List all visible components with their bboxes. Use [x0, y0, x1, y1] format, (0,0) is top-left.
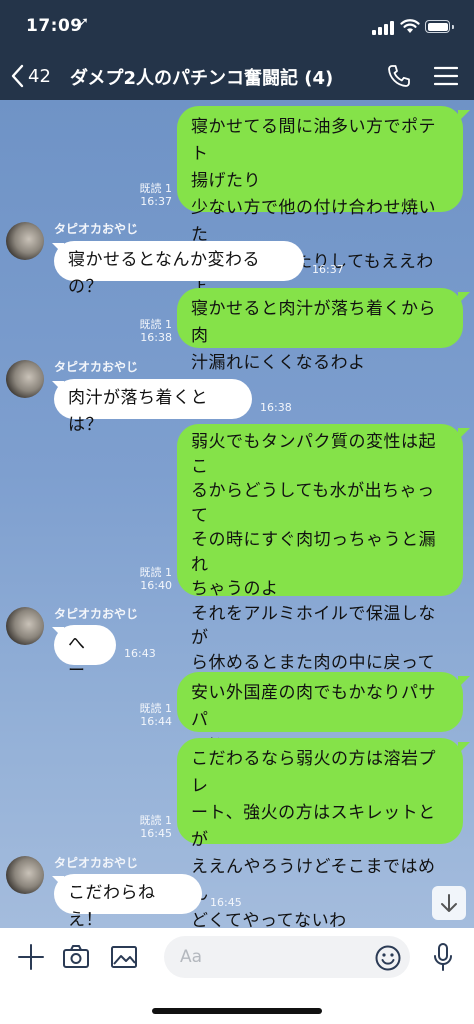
camera-icon[interactable]	[61, 942, 91, 972]
location-icon: ➚	[78, 15, 89, 30]
message-bubble-outgoing[interactable]: 弱火でもタンパク質の変性は起こ るからどうしても水が出ちゃって その時にすぐ肉切…	[177, 424, 463, 722]
message-bubble-outgoing[interactable]: こだわるなら弱火の方は溶岩プレ ート、強火の方はスキレットとが ええんやろうけど…	[177, 738, 463, 928]
bubble-tail	[458, 110, 470, 122]
signal-icon	[372, 21, 396, 35]
message-time: 16:43	[124, 647, 156, 660]
battery-icon	[425, 20, 454, 33]
avatar[interactable]	[6, 360, 44, 398]
message-time: 16:37	[312, 263, 344, 276]
image-icon[interactable]	[109, 942, 139, 972]
message-time: 16:45	[140, 827, 172, 840]
microphone-icon[interactable]	[428, 942, 458, 972]
read-receipt: 既読 1	[139, 566, 173, 579]
read-receipt: 既読 1	[139, 318, 173, 331]
message-time: 16:44	[140, 715, 172, 728]
sender-name: タピオカおやじ	[54, 856, 139, 870]
unread-count: 42	[28, 65, 51, 87]
message-bubble-outgoing[interactable]: 寝かせてる間に油多い方でポテト 揚げたり 少ない方で他の付け合わせ焼いた りソー…	[177, 106, 463, 299]
message-bubble-outgoing[interactable]: 安い外国産の肉でもかなりパサパ サ抑えられるで	[177, 672, 463, 757]
sender-name: タピオカおやじ	[54, 607, 139, 621]
input-bar	[0, 928, 474, 1024]
status-bar: 17:09 ➚	[0, 0, 474, 52]
chat-area[interactable]: 寝かせてる間に油多い方でポテト 揚げたり 少ない方で他の付け合わせ焼いた りソー…	[0, 100, 474, 928]
read-receipt: 既読 1	[139, 814, 173, 827]
message-bubble-incoming[interactable]: こだわらねえ！	[54, 874, 202, 928]
read-receipt: 既読 1	[139, 182, 173, 195]
bubble-tail	[458, 292, 470, 304]
arrow-down-icon	[441, 894, 457, 912]
bubble-tail	[458, 428, 470, 440]
read-receipt: 既読 1	[139, 702, 173, 715]
message-time: 16:45	[210, 896, 242, 909]
phone-icon[interactable]	[386, 63, 412, 89]
sender-name: タピオカおやじ	[54, 222, 139, 236]
sender-name: タピオカおやじ	[54, 360, 139, 374]
message-time: 16:37	[140, 195, 172, 208]
avatar[interactable]	[6, 607, 44, 645]
message-time: 16:40	[140, 579, 172, 592]
home-indicator	[152, 1008, 322, 1014]
message-bubble-outgoing[interactable]: 寝かせると肉汁が落ち着くから肉 汁漏れにくくなるわよ	[177, 288, 463, 373]
status-time: 17:09	[26, 16, 83, 36]
bubble-tail	[458, 742, 470, 754]
message-bubble-incoming[interactable]: 寝かせるとなんか変わるの？	[54, 241, 304, 297]
chat-title: ダメプ2人のパチンコ奮闘記 (4)	[70, 68, 334, 89]
avatar[interactable]	[6, 856, 44, 894]
chevron-left-icon	[11, 64, 24, 88]
chat-header: 42 ダメプ2人のパチンコ奮闘記 (4)	[0, 52, 474, 100]
emoji-icon[interactable]	[374, 944, 402, 972]
scroll-to-bottom-button[interactable]	[432, 886, 466, 920]
message-bubble-incoming[interactable]: 肉汁が落ち着くとは？	[54, 379, 252, 435]
message-time: 16:38	[140, 331, 172, 344]
avatar[interactable]	[6, 222, 44, 260]
plus-icon[interactable]	[16, 942, 46, 972]
bubble-tail	[458, 676, 470, 688]
wifi-icon	[400, 19, 420, 33]
back-button[interactable]: 42	[10, 62, 51, 90]
message-time: 16:38	[260, 401, 292, 414]
message-bubble-incoming[interactable]: へー	[54, 625, 116, 681]
menu-icon[interactable]	[434, 66, 458, 86]
